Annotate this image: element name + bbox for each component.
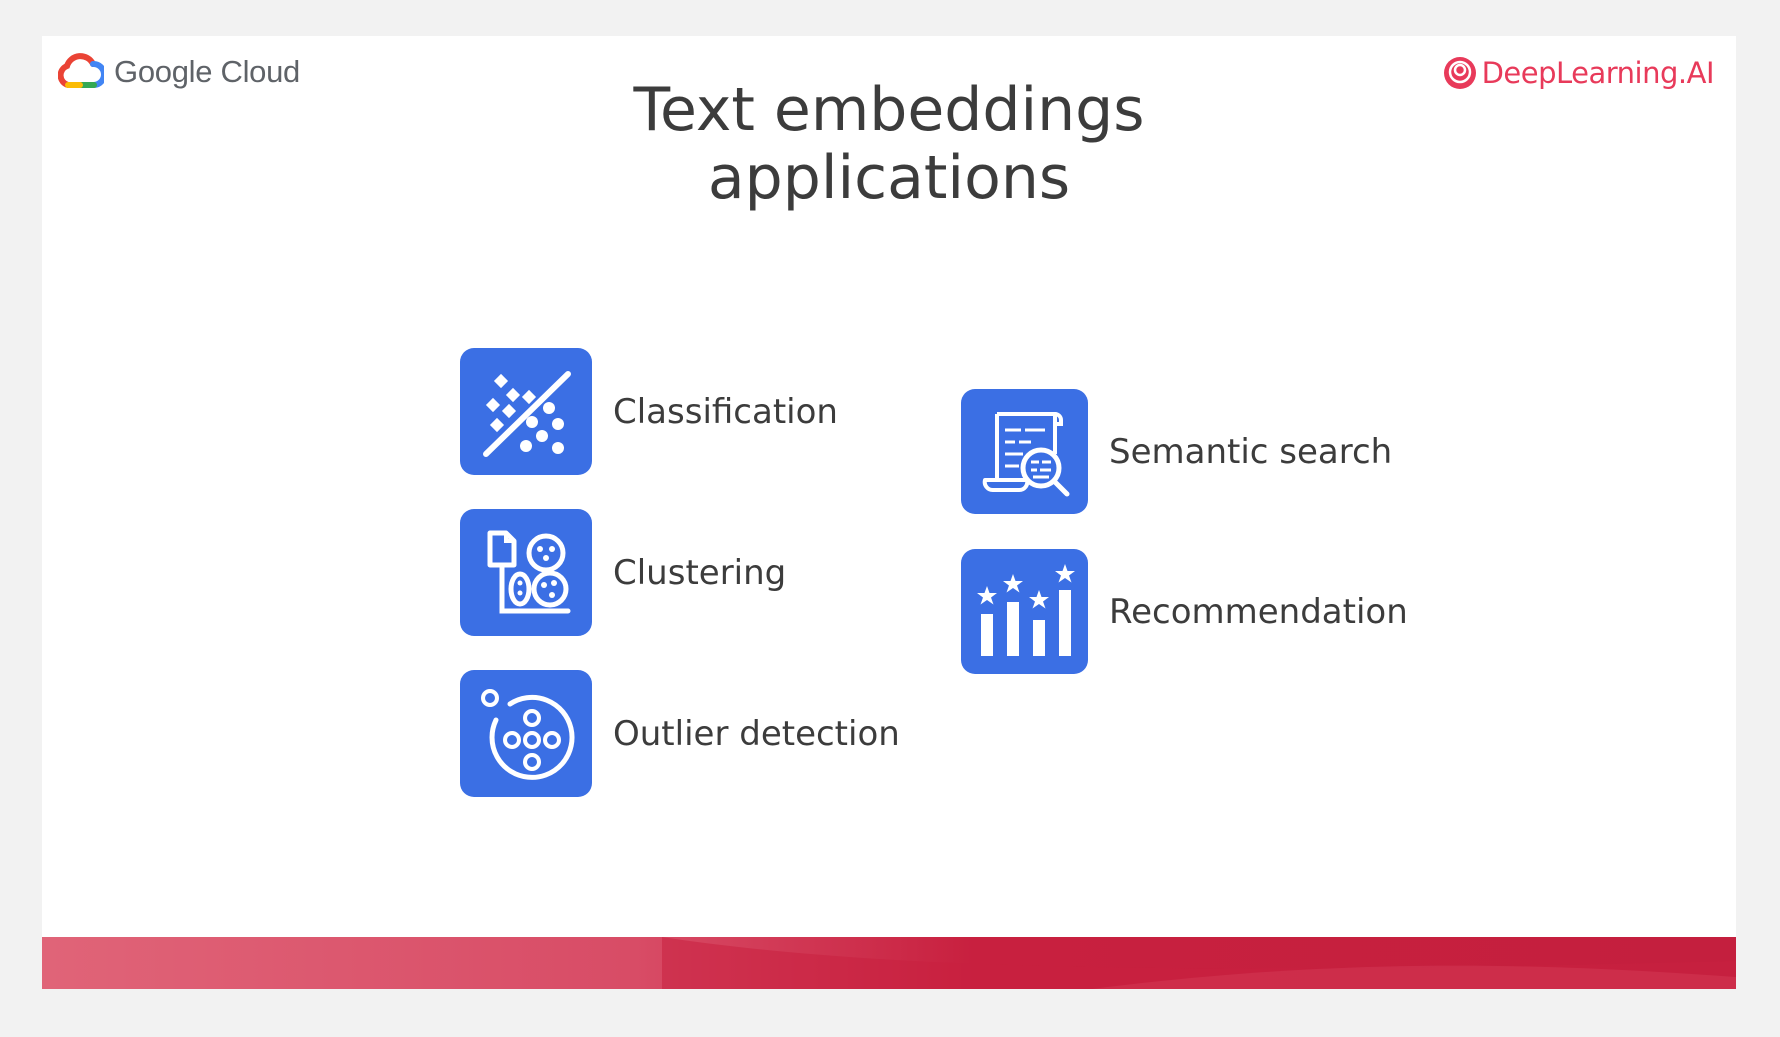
document-search-icon: [961, 389, 1088, 514]
page-title: Text embeddings applications: [42, 76, 1736, 212]
application-recommendation: Recommendation: [961, 549, 1408, 674]
outlier-detection-label: Outlier detection: [613, 713, 900, 754]
semantic-search-label: Semantic search: [1109, 431, 1393, 472]
clustering-label: Clustering: [613, 552, 787, 593]
cluster-icon: [460, 509, 592, 636]
classification-label: Classification: [613, 391, 838, 432]
title-line-2: applications: [707, 143, 1071, 213]
recommendation-label: Recommendation: [1109, 591, 1408, 632]
scatter-divider-icon: [460, 348, 592, 475]
title-line-1: Text embeddings: [633, 75, 1145, 145]
star-bars-icon: [961, 549, 1088, 674]
application-semantic-search: Semantic search: [961, 389, 1392, 514]
slide: Google Cloud DeepLearning.AI Text embedd…: [42, 36, 1736, 989]
application-outlier-detection: Outlier detection: [460, 670, 900, 797]
application-classification: Classification: [460, 348, 838, 475]
outlier-icon: [460, 670, 592, 797]
footer-band: [42, 937, 1736, 989]
application-clustering: Clustering: [460, 509, 786, 636]
